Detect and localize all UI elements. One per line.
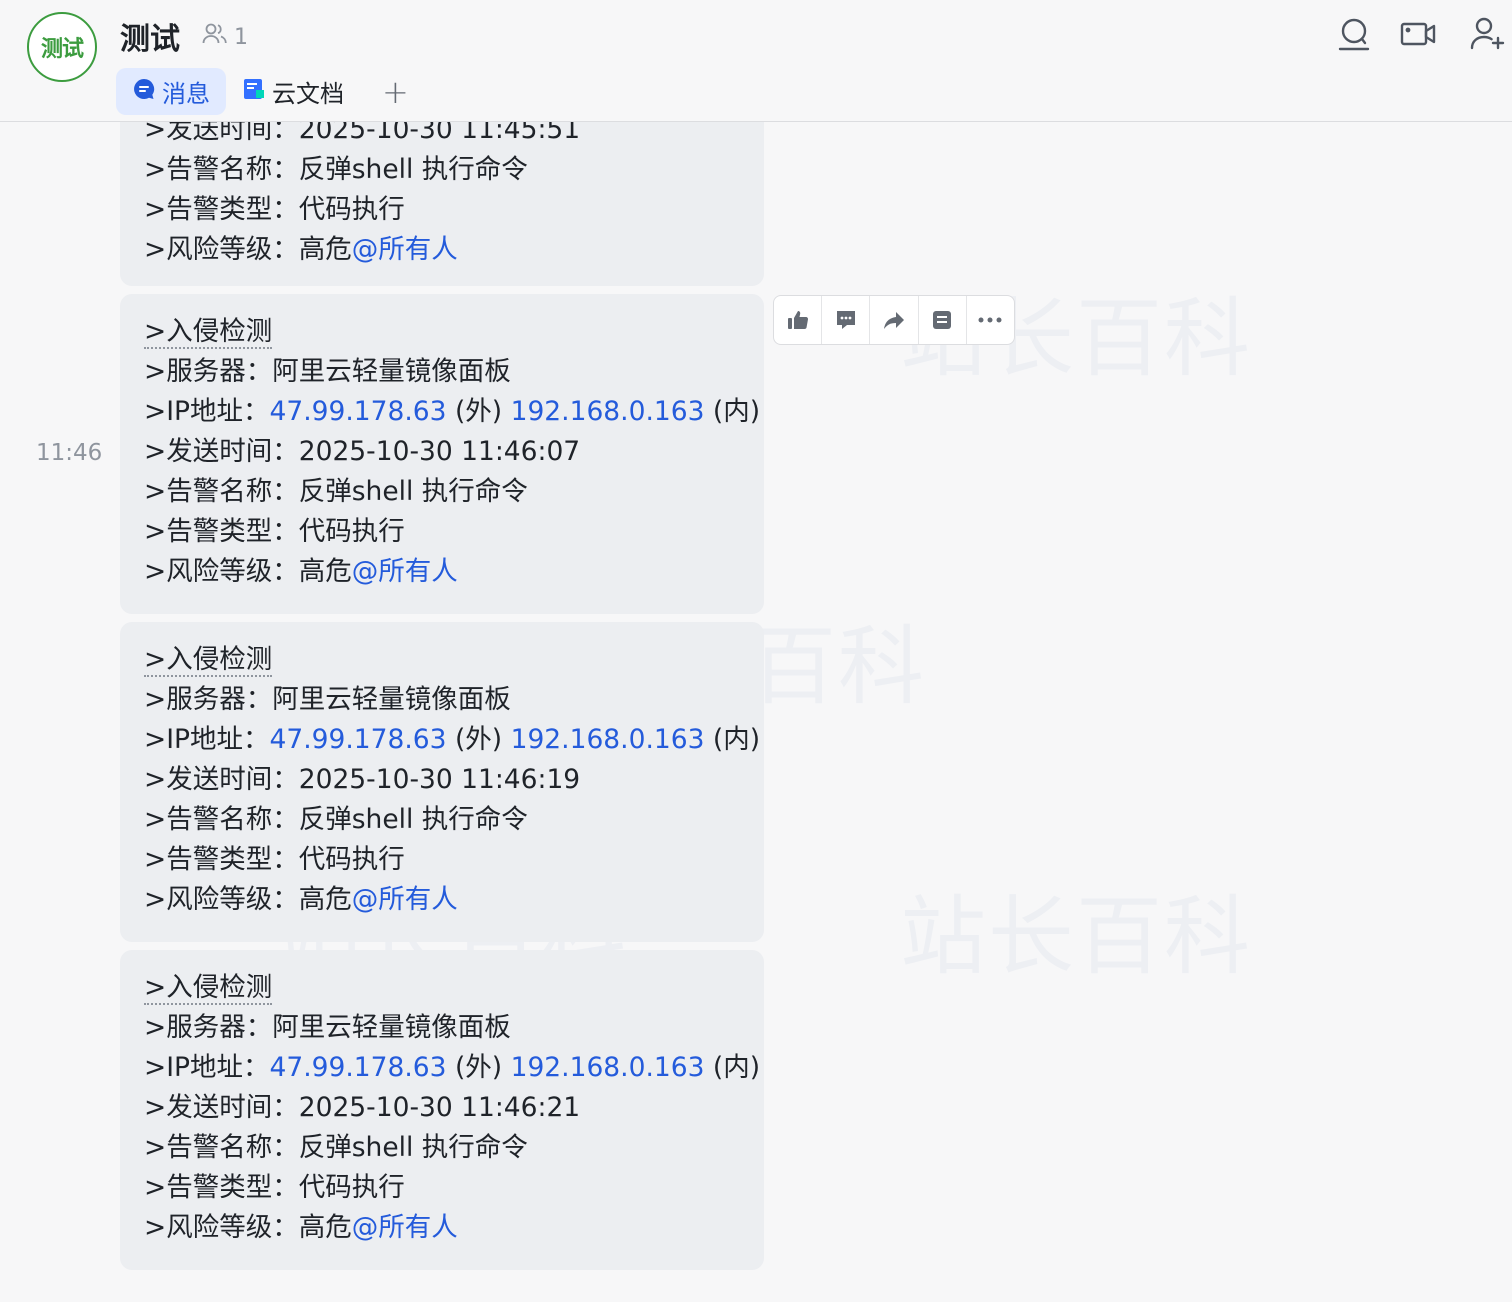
alert-type-line: >告警类型：代码执行: [144, 1172, 405, 1203]
members-icon: [202, 22, 228, 52]
chat-header: 测试 测试 1 消息 云文档 +: [0, 0, 1512, 122]
head-line: >入侵检测: [144, 312, 740, 352]
risk-line: >风险等级：高危@所有人: [144, 556, 458, 587]
mention-all-link[interactable]: @所有人: [352, 556, 458, 587]
send-time-line: >发送时间：2025-10-30 11:46:19: [144, 764, 581, 795]
message-bubble[interactable]: >入侵检测 >服务器：阿里云轻量镜像面板 >IP地址：47.99.178.63 …: [120, 950, 764, 1270]
risk-line: >风险等级：高危@所有人: [144, 234, 458, 265]
chat-tabs: 消息 云文档 +: [116, 68, 409, 115]
ip-internal-link[interactable]: 192.168.0.163: [511, 396, 705, 427]
alert-name-line: >告警名称：反弹shell 执行命令: [144, 154, 528, 185]
ip-external-link[interactable]: 47.99.178.63: [270, 1052, 447, 1083]
message-bubble[interactable]: >发送时间：2025-10-30 11:45:51 >告警名称：反弹shell …: [120, 96, 764, 286]
ip-internal-link[interactable]: 192.168.0.163: [511, 1052, 705, 1083]
pin-icon[interactable]: [919, 296, 967, 344]
ip-line: >IP地址：47.99.178.63 (外) 192.168.0.163 (内): [144, 1052, 761, 1083]
video-icon[interactable]: [1400, 16, 1436, 52]
send-time-line: >发送时间：2025-10-30 11:46:21: [144, 1092, 581, 1123]
mention-all-link[interactable]: @所有人: [352, 1212, 458, 1243]
message-action-toolbar: [773, 295, 1015, 345]
message-bubble[interactable]: >入侵检测 >服务器：阿里云轻量镜像面板 >IP地址：47.99.178.63 …: [120, 294, 764, 614]
tab-messages[interactable]: 消息: [116, 68, 226, 115]
risk-line: >风险等级：高危@所有人: [144, 1212, 458, 1243]
more-icon[interactable]: [967, 296, 1014, 344]
server-line: >服务器：阿里云轻量镜像面板: [144, 684, 511, 715]
watermark: 站长百科: [900, 887, 1252, 987]
message-time: 11:46: [36, 440, 103, 466]
alert-type-line: >告警类型：代码执行: [144, 844, 405, 875]
tab-docs[interactable]: 云文档: [226, 68, 360, 115]
alert-name-line: >告警名称：反弹shell 执行命令: [144, 804, 528, 835]
doc-icon: [242, 77, 266, 107]
member-count-value: 1: [234, 24, 248, 50]
ip-line: >IP地址：47.99.178.63 (外) 192.168.0.163 (内): [144, 396, 761, 427]
server-line: >服务器：阿里云轻量镜像面板: [144, 1012, 511, 1043]
forward-icon[interactable]: [870, 296, 919, 344]
alert-type-line: >告警类型：代码执行: [144, 194, 405, 225]
mention-all-link[interactable]: @所有人: [352, 234, 458, 265]
tab-label: 云文档: [272, 80, 344, 108]
group-avatar[interactable]: 测试: [27, 12, 97, 82]
tab-label: 消息: [162, 80, 210, 108]
keyword-intrusion[interactable]: >入侵检测: [144, 644, 273, 677]
ip-line: >IP地址：47.99.178.63 (外) 192.168.0.163 (内): [144, 724, 761, 755]
head-line: >入侵检测: [144, 640, 740, 680]
add-member-icon[interactable]: [1470, 16, 1506, 52]
keyword-intrusion[interactable]: >入侵检测: [144, 316, 273, 349]
ip-external-link[interactable]: 47.99.178.63: [270, 724, 447, 755]
risk-line: >风险等级：高危@所有人: [144, 884, 458, 915]
keyword-intrusion[interactable]: >入侵检测: [144, 972, 273, 1005]
server-line: >服务器：阿里云轻量镜像面板: [144, 356, 511, 387]
search-icon[interactable]: [1336, 16, 1372, 52]
message-bubble[interactable]: >入侵检测 >服务器：阿里云轻量镜像面板 >IP地址：47.99.178.63 …: [120, 622, 764, 942]
add-tab-button[interactable]: +: [382, 73, 409, 111]
alert-type-line: >告警类型：代码执行: [144, 516, 405, 547]
chat-title[interactable]: 测试: [120, 14, 180, 58]
mention-all-link[interactable]: @所有人: [352, 884, 458, 915]
send-time-line: >发送时间：2025-10-30 11:46:07: [144, 436, 581, 467]
ip-external-link[interactable]: 47.99.178.63: [270, 396, 447, 427]
alert-name-line: >告警名称：反弹shell 执行命令: [144, 1132, 528, 1163]
head-line: >入侵检测: [144, 968, 740, 1008]
message-icon: [132, 77, 156, 107]
member-count[interactable]: 1: [202, 22, 248, 52]
thumbs-up-icon[interactable]: [774, 296, 823, 344]
alert-name-line: >告警名称：反弹shell 执行命令: [144, 476, 528, 507]
ip-internal-link[interactable]: 192.168.0.163: [511, 724, 705, 755]
reply-icon[interactable]: [822, 296, 871, 344]
